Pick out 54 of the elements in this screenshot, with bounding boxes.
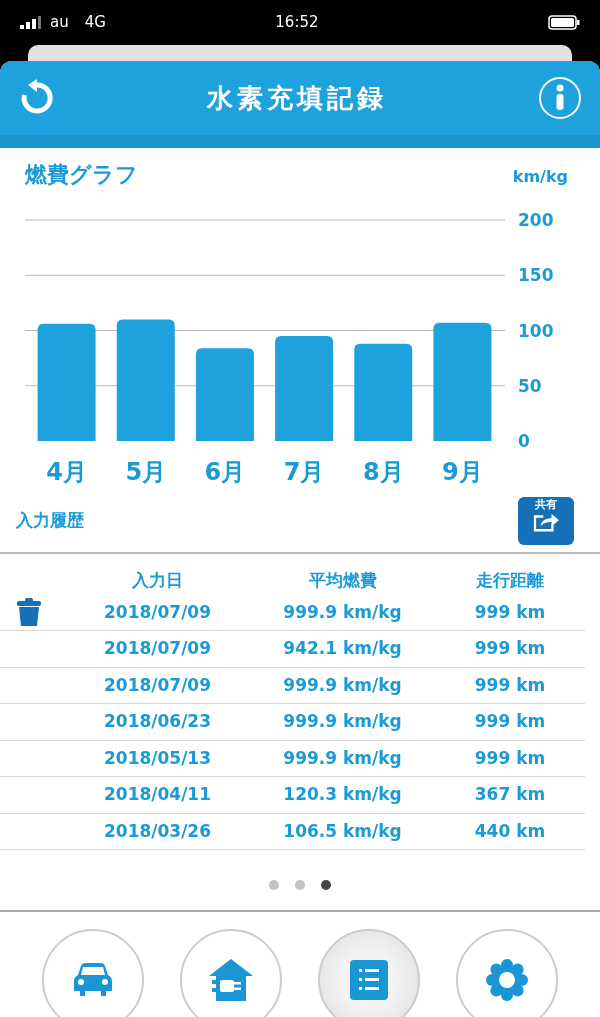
tick-label: 100 [518,320,554,341]
column-header: 入力日 [132,569,183,590]
table-cell: 999 km [474,601,546,622]
page-dot[interactable] [269,880,279,890]
month-label: 7月 [283,458,325,486]
network-text: 4G [84,12,106,34]
page-dot[interactable] [321,880,331,890]
table-cell: 999.9 km/kg [283,711,402,731]
chart-title: 燃費グラフ [25,162,138,187]
table-cell: 2018/07/09 [103,601,211,622]
column-header: 走行距離 [476,569,544,590]
month-label: 6月 [204,458,246,486]
table-cell: 2018/06/23 [103,711,211,731]
table-cell: 999 km [474,747,546,768]
column-header: 平均燃費 [308,569,377,590]
table-cell: 2018/07/09 [103,674,211,695]
table-cell: 367 km [474,784,546,804]
table-cell: 2018/07/09 [103,638,211,658]
page-dot[interactable] [295,880,305,890]
table-cell: 2018/04/11 [103,784,211,804]
month-label: 4月 [46,458,87,486]
battery-icon [548,15,580,30]
month-label: 5月 [125,458,167,486]
status-time: 16:52 [275,12,319,34]
tick-label: 50 [518,375,542,396]
month-label: 8月 [362,458,404,486]
settings-icon [486,958,528,1001]
tick-label: 150 [518,265,554,286]
tick-label: 0 [518,431,530,451]
tick-label: 200 [518,210,554,230]
table-cell: 999 km [474,674,546,695]
info-button[interactable] [538,76,582,120]
list-icon [350,959,388,1000]
house-plug-icon [208,957,254,1002]
carrier-text: au [50,12,69,34]
table-cell: 2018/05/13 [103,747,211,768]
table-cell: 440 km [474,820,546,841]
axis-unit: km/kg [512,167,568,186]
table-cell: 2018/03/26 [103,820,211,841]
table-cell: 120.3 km/kg [283,784,402,804]
car-icon [73,961,113,998]
month-label: 9月 [442,458,483,486]
table-cell: 999 km [474,638,546,658]
signal-icon [20,16,42,29]
screen-title: 水素充填記録 [207,81,387,115]
share-button[interactable]: 共有 [518,497,574,545]
table-cell: 999.9 km/kg [283,674,402,695]
table-cell: 999.9 km/kg [283,601,402,622]
table-cell: 999 km [474,711,546,731]
table-cell: 106.5 km/kg [283,820,402,841]
table-cell: 999.9 km/kg [283,747,402,768]
section-title: 入力履歴 [16,509,84,533]
delete-button[interactable] [16,598,42,627]
table-cell: 942.1 km/kg [283,638,402,658]
